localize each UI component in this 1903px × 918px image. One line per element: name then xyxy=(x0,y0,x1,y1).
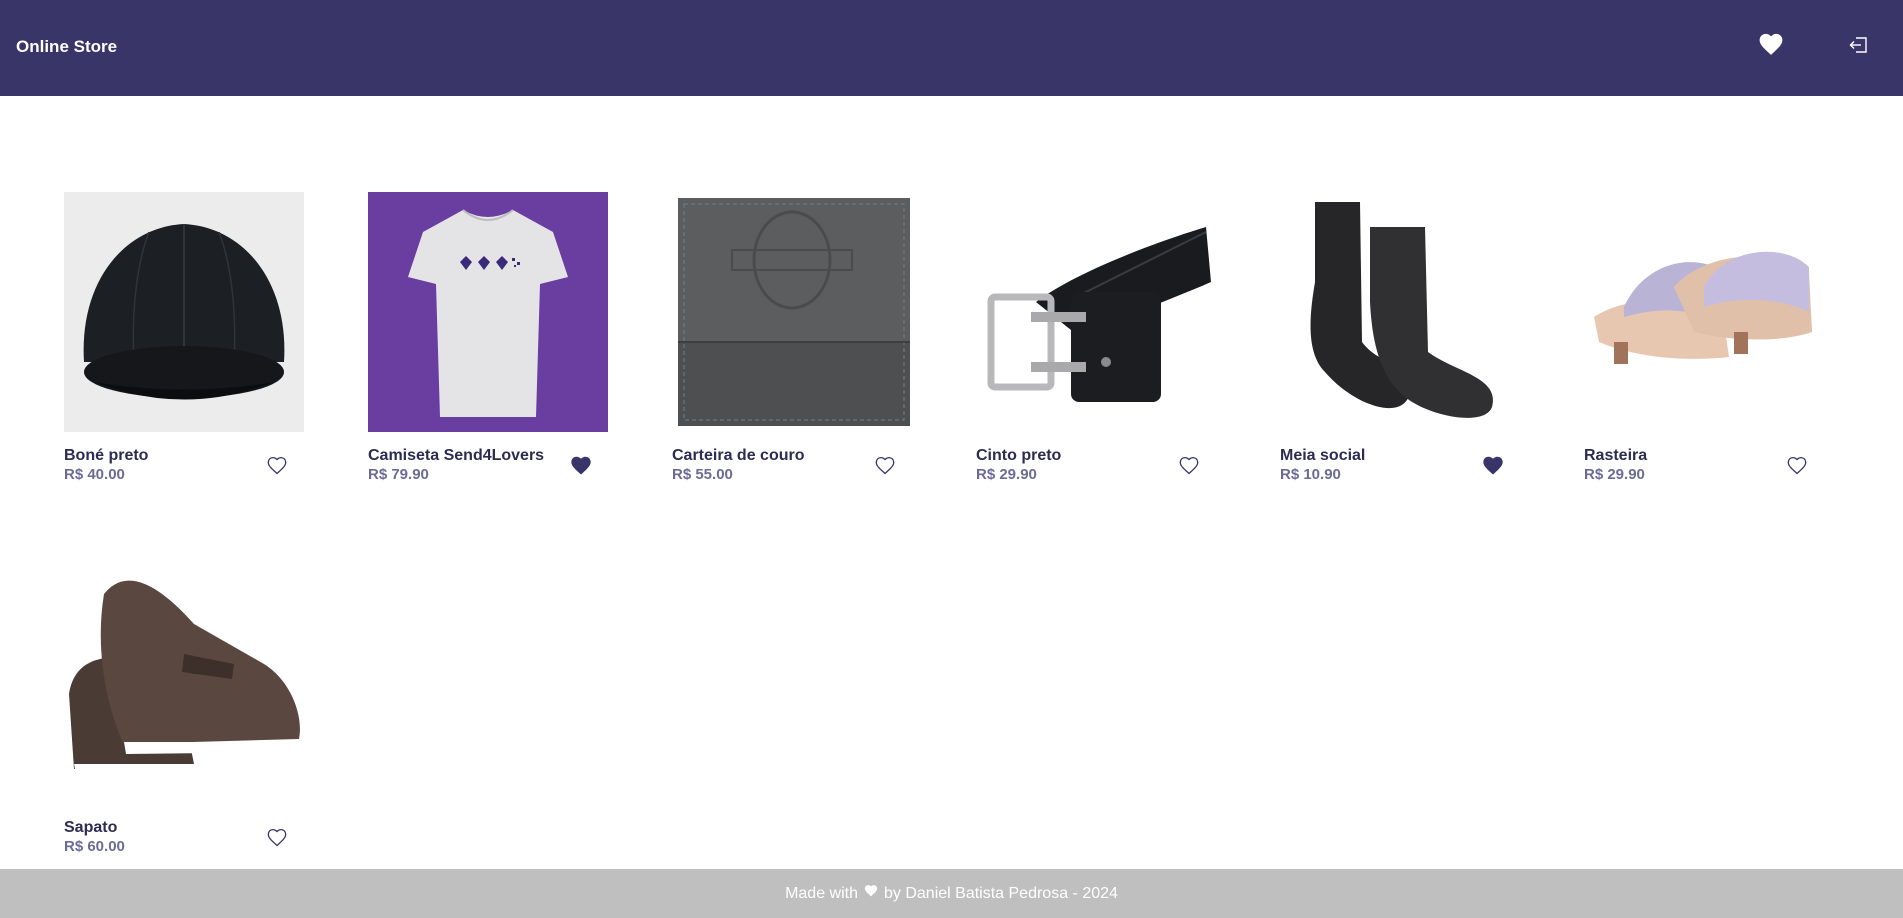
product-name[interactable]: Rasteira xyxy=(1584,447,1647,465)
product-image-cap[interactable] xyxy=(64,192,304,432)
favorite-heart-filled-icon[interactable] xyxy=(1481,454,1505,476)
product-name[interactable]: Carteira de couro xyxy=(672,447,804,465)
product-card: Carteira de couro R$ 55.00 xyxy=(672,192,912,492)
product-image-sandals[interactable] xyxy=(1584,192,1824,432)
product-card: Sapato R$ 60.00 xyxy=(64,564,304,864)
product-price: R$ 60.00 xyxy=(64,838,125,855)
product-name[interactable]: Camiseta Send4Lovers xyxy=(368,447,544,465)
product-card: Boné preto R$ 40.00 xyxy=(64,192,304,492)
favorite-heart-outline-icon[interactable] xyxy=(1177,454,1201,476)
product-name[interactable]: Boné preto xyxy=(64,447,148,465)
favorite-heart-filled-icon[interactable] xyxy=(569,454,593,476)
product-name[interactable]: Meia social xyxy=(1280,447,1365,465)
product-image-wallet[interactable] xyxy=(672,192,912,432)
favorites-heart-icon[interactable] xyxy=(1758,32,1784,56)
product-card: Rasteira R$ 29.90 xyxy=(1584,192,1824,492)
product-image-shoes[interactable] xyxy=(64,564,304,804)
page-footer: Made with by Daniel Batista Pedrosa - 20… xyxy=(0,869,1903,918)
favorite-heart-outline-icon[interactable] xyxy=(265,454,289,476)
product-card: Meia social R$ 10.90 xyxy=(1280,192,1520,492)
footer-credit: by Daniel Batista Pedrosa - 2024 xyxy=(884,884,1118,902)
product-card: Camiseta Send4Lovers R$ 79.90 xyxy=(368,192,608,492)
product-price: R$ 55.00 xyxy=(672,466,733,483)
product-image-tshirt[interactable] xyxy=(368,192,608,432)
favorite-heart-outline-icon[interactable] xyxy=(873,454,897,476)
favorite-heart-outline-icon[interactable] xyxy=(1785,454,1809,476)
favorite-heart-outline-icon[interactable] xyxy=(265,826,289,848)
product-name[interactable]: Cinto preto xyxy=(976,447,1061,465)
product-price: R$ 10.90 xyxy=(1280,466,1341,483)
product-price: R$ 29.90 xyxy=(1584,466,1645,483)
product-price: R$ 29.90 xyxy=(976,466,1037,483)
app-header: Online Store xyxy=(0,0,1903,96)
store-title[interactable]: Online Store xyxy=(16,37,117,57)
product-price: R$ 79.90 xyxy=(368,466,429,483)
product-price: R$ 40.00 xyxy=(64,466,125,483)
product-card: Cinto preto R$ 29.90 xyxy=(976,192,1216,492)
product-image-belt[interactable] xyxy=(976,192,1216,432)
footer-prefix: Made with xyxy=(785,884,858,902)
product-image-socks[interactable] xyxy=(1280,192,1520,432)
product-name[interactable]: Sapato xyxy=(64,819,117,837)
logout-icon[interactable] xyxy=(1849,35,1869,55)
heart-icon xyxy=(864,884,878,897)
